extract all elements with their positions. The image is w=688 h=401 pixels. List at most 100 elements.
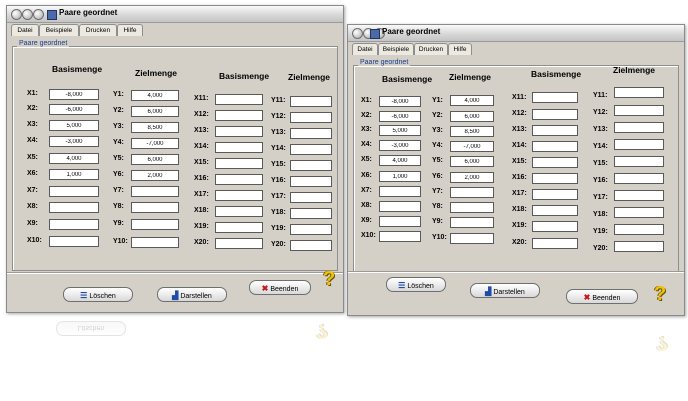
input-y5[interactable] [131,154,179,165]
menu-datei[interactable]: Datei [11,24,39,36]
input-x9[interactable] [49,219,99,230]
input-x13[interactable] [532,125,578,136]
input-x20[interactable] [532,238,578,249]
input-x19[interactable] [215,222,263,233]
input-x6[interactable] [49,169,99,180]
menu-beispiele[interactable]: Beispiele [39,24,79,36]
input-x12[interactable] [215,110,263,121]
input-x12[interactable] [532,109,578,120]
input-y13[interactable] [290,128,332,139]
input-y2[interactable] [131,106,179,117]
input-y11[interactable] [290,96,332,107]
input-y12[interactable] [290,112,332,123]
window-control-icon[interactable] [33,9,44,20]
input-y9[interactable] [131,219,179,230]
menu-drucken[interactable]: Drucken [414,43,448,55]
input-y14[interactable] [290,144,332,155]
input-x8[interactable] [49,202,99,213]
menu-hilfe[interactable]: Hilfe [448,43,472,55]
input-x11[interactable] [532,92,578,103]
input-y10[interactable] [131,237,179,248]
input-y16[interactable] [290,176,332,187]
input-y3[interactable] [450,126,494,137]
help-question-icon[interactable]: ? [323,268,335,291]
input-y20[interactable] [290,240,332,251]
clear-button[interactable]: ☰ Löschen [63,287,133,302]
input-y15[interactable] [290,160,332,171]
input-x16[interactable] [532,173,578,184]
input-y20[interactable] [614,241,664,252]
input-x4[interactable] [49,136,99,147]
input-x1[interactable] [49,89,99,100]
input-y17[interactable] [614,190,664,201]
input-y18[interactable] [290,208,332,219]
input-x11[interactable] [215,94,263,105]
input-y13[interactable] [614,122,664,133]
input-y10[interactable] [450,233,494,244]
input-y18[interactable] [614,207,664,218]
input-x10[interactable] [379,231,421,242]
input-y9[interactable] [450,217,494,228]
input-x6[interactable] [379,171,421,182]
input-x18[interactable] [532,205,578,216]
input-x15[interactable] [215,158,263,169]
plot-button[interactable]: ▟ Darstellen [470,283,540,298]
input-x17[interactable] [215,190,263,201]
window-control-icon[interactable] [352,28,363,39]
plot-button[interactable]: ▟ Darstellen [157,287,227,302]
input-y7[interactable] [450,187,494,198]
input-y19[interactable] [614,224,664,235]
input-y17[interactable] [290,192,332,203]
input-x3[interactable] [49,120,99,131]
input-y7[interactable] [131,186,179,197]
title-bar[interactable]: Paare geordnet [348,25,684,42]
input-x9[interactable] [379,216,421,227]
input-x3[interactable] [379,125,421,136]
input-y1[interactable] [131,90,179,101]
input-y16[interactable] [614,173,664,184]
exit-button[interactable]: ✖ Beenden [566,289,638,304]
input-y3[interactable] [131,122,179,133]
window-control-icon[interactable] [11,9,22,20]
input-x1[interactable] [379,96,421,107]
input-y1[interactable] [450,95,494,106]
input-y4[interactable] [131,138,179,149]
input-y12[interactable] [614,105,664,116]
input-x5[interactable] [49,153,99,164]
input-y8[interactable] [131,202,179,213]
input-x15[interactable] [532,157,578,168]
clear-button[interactable]: ☰ Löschen [386,277,446,292]
input-x17[interactable] [532,189,578,200]
input-x5[interactable] [379,155,421,166]
help-question-icon[interactable]: ? [654,283,666,306]
input-y19[interactable] [290,224,332,235]
title-bar[interactable]: Paare geordnet [7,6,343,23]
input-x7[interactable] [379,186,421,197]
input-x7[interactable] [49,186,99,197]
menu-beispiele[interactable]: Beispiele [378,43,414,55]
input-x18[interactable] [215,206,263,217]
input-y14[interactable] [614,139,664,150]
input-y8[interactable] [450,202,494,213]
input-x14[interactable] [532,141,578,152]
input-y11[interactable] [614,87,664,98]
input-x10[interactable] [49,236,99,247]
input-y2[interactable] [450,111,494,122]
exit-button[interactable]: ✖ Beenden [249,280,311,295]
input-y4[interactable] [450,141,494,152]
input-x13[interactable] [215,126,263,137]
input-x2[interactable] [49,104,99,115]
menu-hilfe[interactable]: Hilfe [117,24,143,36]
input-x8[interactable] [379,201,421,212]
input-x16[interactable] [215,174,263,185]
input-x2[interactable] [379,111,421,122]
input-y5[interactable] [450,156,494,167]
menu-drucken[interactable]: Drucken [79,24,117,36]
window-control-icon[interactable] [22,9,33,20]
input-y6[interactable] [450,172,494,183]
input-y15[interactable] [614,156,664,167]
input-x14[interactable] [215,142,263,153]
input-x19[interactable] [532,221,578,232]
input-x4[interactable] [379,140,421,151]
menu-datei[interactable]: Datei [352,43,378,55]
